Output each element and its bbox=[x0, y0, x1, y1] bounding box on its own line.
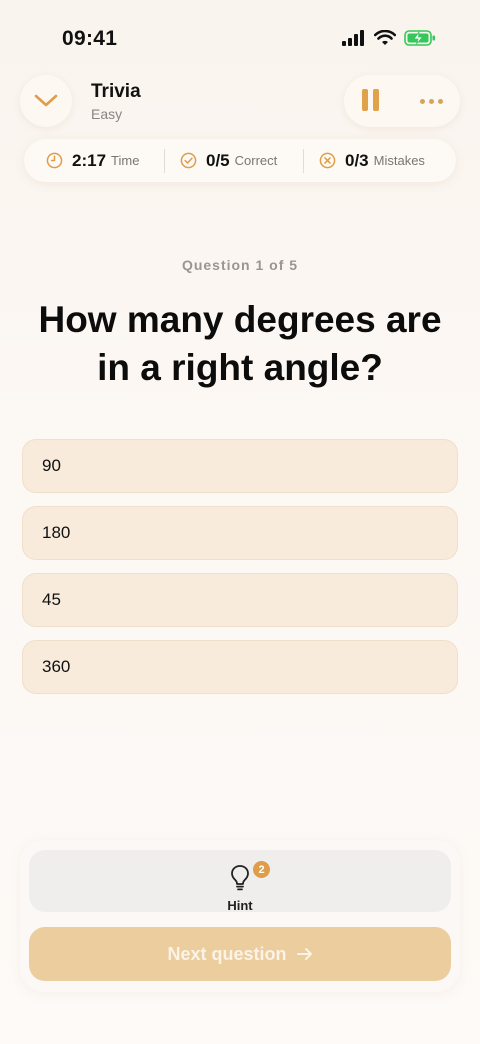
next-question-label: Next question bbox=[167, 943, 287, 964]
stat-time: 2:17 Time bbox=[24, 139, 164, 182]
time-value: 2:17 bbox=[72, 150, 107, 170]
pause-button[interactable] bbox=[358, 89, 382, 113]
status-icons bbox=[342, 30, 436, 46]
hint-count-badge: 2 bbox=[253, 861, 270, 878]
chevron-down-icon bbox=[34, 94, 58, 107]
hint-label: Hint bbox=[227, 898, 253, 913]
time-label: Time bbox=[111, 153, 140, 168]
difficulty-label: Easy bbox=[91, 106, 123, 122]
stats-bar: 2:17 Time 0/5 Correct 0/3 Mistakes bbox=[24, 139, 456, 182]
answer-option[interactable]: 180 bbox=[22, 506, 458, 560]
mistakes-label: Mistakes bbox=[373, 153, 425, 168]
x-circle-icon bbox=[319, 152, 336, 169]
hint-button[interactable]: 2 Hint bbox=[29, 850, 451, 913]
stat-mistakes: 0/3 Mistakes bbox=[304, 139, 425, 182]
check-circle-icon bbox=[180, 152, 197, 169]
correct-value: 0/5 bbox=[206, 150, 230, 170]
status-time: 09:41 bbox=[62, 27, 118, 50]
header-actions bbox=[344, 75, 460, 127]
more-horizontal-icon bbox=[420, 98, 425, 104]
mistakes-value: 0/3 bbox=[345, 150, 369, 170]
status-bar: 09:41 bbox=[0, 0, 480, 70]
bottom-panel: 2 Hint Next question bbox=[20, 840, 460, 992]
correct-label: Correct bbox=[234, 153, 278, 168]
answer-option[interactable]: 360 bbox=[22, 640, 458, 694]
lightbulb-icon bbox=[231, 865, 249, 891]
stat-correct: 0/5 Correct bbox=[165, 139, 303, 182]
answer-option[interactable]: 45 bbox=[22, 573, 458, 627]
title-block: Trivia Easy bbox=[91, 81, 141, 122]
pause-icon bbox=[361, 89, 368, 111]
cellular-signal-icon bbox=[342, 30, 364, 46]
question-progress: Question 1 of 5 bbox=[181, 257, 299, 273]
next-question-button[interactable]: Next question bbox=[29, 927, 451, 981]
arrow-right-icon bbox=[296, 948, 312, 960]
wifi-icon bbox=[374, 30, 396, 45]
more-button[interactable] bbox=[420, 95, 446, 107]
question-text: How many degrees are in a right angle? bbox=[38, 299, 442, 388]
answer-list: 90 180 45 360 bbox=[22, 439, 458, 707]
page-title: Trivia bbox=[91, 81, 141, 102]
battery-charging-icon bbox=[404, 30, 435, 46]
collapse-button[interactable] bbox=[20, 75, 72, 127]
answer-option[interactable]: 90 bbox=[22, 439, 458, 493]
clock-icon bbox=[46, 152, 63, 169]
